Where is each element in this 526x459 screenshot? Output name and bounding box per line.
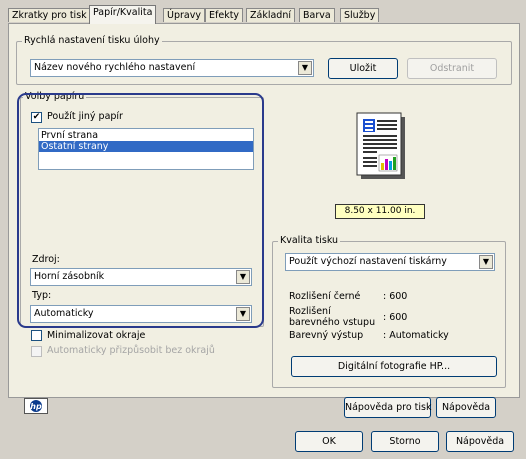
quick-settings-legend: Rychlá nastavení tisku úlohy: [22, 35, 162, 47]
black-resolution-value: : 600: [383, 291, 408, 302]
chevron-down-icon[interactable]: ▼: [479, 255, 493, 269]
paper-size-label: 8.50 x 11.00 in.: [335, 204, 425, 219]
use-other-paper-label: Použít jiný papír: [47, 111, 123, 122]
page-list[interactable]: První strana Ostatní strany: [38, 128, 254, 170]
footer-help-button[interactable]: Nápověda: [446, 431, 514, 452]
quick-settings-value: Název nového rychlého nastavení: [34, 62, 196, 73]
tab-effects[interactable]: Efekty: [205, 8, 244, 22]
type-label: Typ:: [32, 290, 52, 301]
tab-finishing[interactable]: Úpravy: [163, 8, 205, 22]
source-value: Horní zásobník: [34, 271, 105, 282]
print-quality-legend: Kvalita tisku: [278, 235, 341, 247]
help-button[interactable]: Nápověda: [436, 397, 496, 418]
color-input-resolution-label: Rozlišení barevného vstupu: [289, 306, 376, 328]
cancel-button[interactable]: Storno: [371, 431, 439, 452]
source-combo[interactable]: Horní zásobník ▼: [30, 268, 252, 286]
svg-text:hp: hp: [30, 402, 42, 411]
type-combo[interactable]: Automaticky ▼: [30, 305, 252, 323]
type-value: Automaticky: [34, 308, 94, 319]
quick-settings-combo[interactable]: Název nového rychlého nastavení ▼: [30, 59, 314, 77]
print-help-button[interactable]: Nápověda pro tisk: [344, 397, 431, 418]
use-other-paper-checkbox[interactable]: ✔: [31, 112, 42, 123]
tab-print-shortcuts[interactable]: Zkratky pro tisk: [8, 8, 91, 22]
document-preview-icon: [356, 112, 405, 179]
tab-services[interactable]: Služby: [340, 8, 380, 22]
minimize-margins-label: Minimalizovat okraje: [47, 330, 146, 341]
color-output-value: : Automaticky: [383, 330, 449, 341]
tab-color[interactable]: Barva: [299, 8, 335, 22]
black-resolution-label: Rozlišení černé: [289, 291, 361, 302]
paper-options-legend: Volby papíru: [23, 91, 87, 103]
chevron-down-icon[interactable]: ▼: [236, 307, 250, 321]
page-preview: [355, 111, 407, 181]
source-label: Zdroj:: [32, 254, 60, 265]
print-quality-value: Použít výchozí nastavení tiskárny: [289, 256, 447, 267]
hp-digital-photo-button[interactable]: Digitální fotografie HP...: [291, 356, 497, 377]
list-item-first-page[interactable]: První strana: [39, 131, 253, 141]
autofit-borderless-checkbox[interactable]: [31, 346, 42, 357]
ok-button[interactable]: OK: [295, 431, 363, 452]
tab-basics[interactable]: Základní: [246, 8, 295, 22]
print-quality-combo[interactable]: Použít výchozí nastavení tiskárny ▼: [285, 253, 495, 271]
list-item-other-pages[interactable]: Ostatní strany: [39, 141, 253, 152]
hp-logo-mark: hp: [30, 400, 42, 412]
save-button[interactable]: Uložit: [328, 58, 398, 79]
autofit-borderless-label: Automaticky přizpůsobit bez okrajů: [47, 345, 215, 356]
delete-button[interactable]: Odstranit: [407, 58, 497, 79]
tab-paper-quality[interactable]: Papír/Kvalita: [89, 5, 157, 24]
chevron-down-icon[interactable]: ▼: [236, 270, 250, 284]
minimize-margins-checkbox[interactable]: [31, 330, 42, 341]
color-input-resolution-value: : 600: [383, 312, 408, 323]
hp-logo-icon: hp: [24, 398, 48, 414]
chevron-down-icon[interactable]: ▼: [298, 61, 312, 75]
checkmark-icon: ✔: [32, 112, 41, 122]
color-output-label: Barevný výstup: [289, 330, 364, 341]
